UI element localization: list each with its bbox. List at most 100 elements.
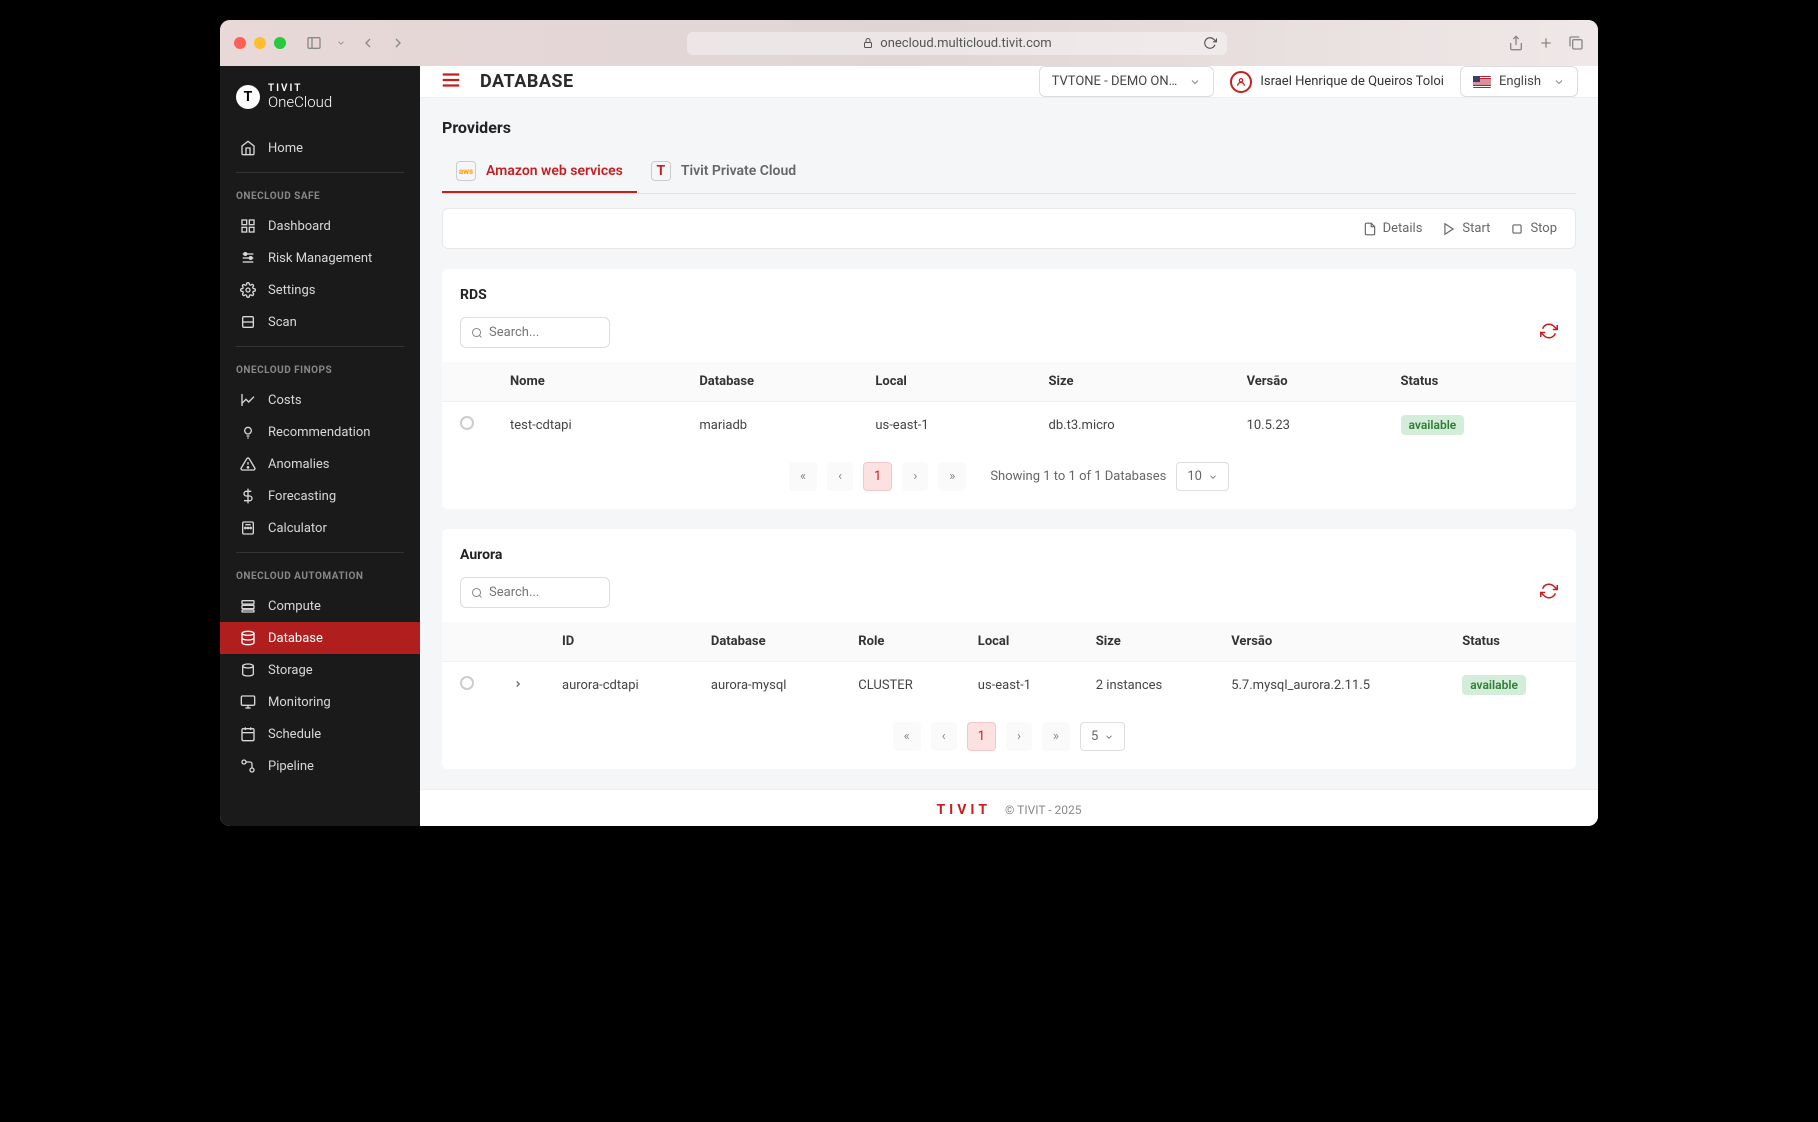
tabs-overview-icon[interactable] bbox=[1568, 35, 1584, 51]
forward-icon[interactable] bbox=[390, 35, 406, 51]
user-menu[interactable]: Israel Henrique de Queiros Toloi bbox=[1230, 71, 1444, 93]
col-nome: Nome bbox=[492, 362, 681, 402]
flag-us-icon bbox=[1473, 76, 1491, 88]
card-title: RDS bbox=[442, 269, 1576, 317]
sidebar-item-compute[interactable]: Compute bbox=[220, 590, 420, 622]
sidebar-item-schedule[interactable]: Schedule bbox=[220, 718, 420, 750]
refresh-icon[interactable] bbox=[1203, 36, 1217, 50]
rds-card: RDS Nome Database Local bbox=[442, 269, 1576, 509]
sidebar-item-database[interactable]: Database bbox=[220, 622, 420, 654]
providers-label: Providers bbox=[442, 118, 1576, 137]
sidebar-item-scan[interactable]: Scan bbox=[220, 306, 420, 338]
cell-size: db.t3.micro bbox=[1031, 402, 1229, 449]
table-row[interactable]: aurora-cdtapi aurora-mysql CLUSTER us-ea… bbox=[442, 662, 1576, 709]
refresh-icon bbox=[1540, 582, 1558, 600]
pager-next-button[interactable]: › bbox=[902, 462, 928, 491]
maximize-window-icon[interactable] bbox=[274, 37, 286, 49]
sidebar-item-label: Monitoring bbox=[268, 695, 331, 710]
aurora-card: Aurora ID Database bbox=[442, 529, 1576, 769]
sidebar-item-label: Database bbox=[268, 631, 323, 646]
sidebar-item-dashboard[interactable]: Dashboard bbox=[220, 210, 420, 242]
rds-refresh-button[interactable] bbox=[1540, 322, 1558, 344]
pager-first-button[interactable]: « bbox=[789, 462, 817, 491]
sidebar-item-label: Storage bbox=[268, 663, 313, 678]
chevron-down-icon bbox=[1104, 732, 1114, 742]
sidebar-item-home[interactable]: Home bbox=[220, 132, 420, 164]
close-window-icon[interactable] bbox=[234, 37, 246, 49]
new-tab-icon[interactable] bbox=[1538, 35, 1554, 51]
aurora-table: ID Database Role Local Size Versão Statu… bbox=[442, 622, 1576, 708]
tivit-icon: T bbox=[651, 161, 671, 181]
expand-button[interactable] bbox=[510, 679, 526, 689]
action-toolbar: Details Start Stop bbox=[442, 208, 1576, 249]
aurora-search[interactable] bbox=[460, 577, 610, 608]
sidebar-item-label: Scan bbox=[268, 315, 297, 330]
start-button[interactable]: Start bbox=[1442, 221, 1490, 236]
col-local: Local bbox=[960, 622, 1078, 662]
row-radio[interactable] bbox=[460, 676, 474, 690]
address-bar[interactable]: onecloud.multicloud.tivit.com bbox=[687, 32, 1227, 55]
sidebar-item-pipeline[interactable]: Pipeline bbox=[220, 750, 420, 782]
back-icon[interactable] bbox=[360, 35, 376, 51]
sidebar-item-label: Compute bbox=[268, 599, 321, 614]
sidebar-section-title: ONECLOUD FINOPS bbox=[220, 355, 420, 384]
stop-button[interactable]: Stop bbox=[1510, 221, 1557, 236]
tab-aws[interactable]: aws Amazon web services bbox=[442, 151, 637, 193]
chevron-down-icon[interactable] bbox=[336, 35, 346, 51]
sidebar-item-costs[interactable]: Costs bbox=[220, 384, 420, 416]
sidebar-item-storage[interactable]: Storage bbox=[220, 654, 420, 686]
rds-search[interactable] bbox=[460, 317, 610, 348]
col-size: Size bbox=[1031, 362, 1229, 402]
page-size-select[interactable]: 10 bbox=[1176, 462, 1229, 491]
lock-icon bbox=[862, 37, 874, 49]
sidebar-toggle-icon[interactable] bbox=[306, 35, 322, 51]
sidebar-item-monitoring[interactable]: Monitoring bbox=[220, 686, 420, 718]
footer-text: © TIVIT - 2025 bbox=[1005, 803, 1082, 817]
page-size-select[interactable]: 5 bbox=[1080, 722, 1125, 751]
search-input[interactable] bbox=[489, 325, 599, 340]
sidebar-item-calculator[interactable]: Calculator bbox=[220, 512, 420, 544]
warning-icon bbox=[240, 456, 256, 472]
server-icon bbox=[240, 598, 256, 614]
user-name: Israel Henrique de Queiros Toloi bbox=[1260, 74, 1444, 89]
col-id: ID bbox=[544, 622, 693, 662]
sidebar-item-label: Risk Management bbox=[268, 251, 372, 266]
play-icon bbox=[1442, 222, 1456, 236]
row-radio[interactable] bbox=[460, 416, 474, 430]
pager-prev-button[interactable]: ‹ bbox=[827, 462, 853, 491]
language-selector[interactable]: English bbox=[1460, 66, 1578, 97]
sidebar-item-risk-management[interactable]: Risk Management bbox=[220, 242, 420, 274]
sidebar-item-recommendation[interactable]: Recommendation bbox=[220, 416, 420, 448]
monitor-icon bbox=[240, 694, 256, 710]
chevron-down-icon bbox=[1208, 472, 1218, 482]
menu-toggle-button[interactable] bbox=[440, 69, 462, 95]
sidebar-item-anomalies[interactable]: Anomalies bbox=[220, 448, 420, 480]
page-title: DATABASE bbox=[480, 71, 574, 92]
org-selector[interactable]: TVTONE - DEMO ON… bbox=[1039, 66, 1215, 97]
pager-last-button[interactable]: » bbox=[938, 462, 966, 491]
pager-current[interactable]: 1 bbox=[863, 462, 892, 491]
pager-prev-button[interactable]: ‹ bbox=[931, 722, 957, 751]
minimize-window-icon[interactable] bbox=[254, 37, 266, 49]
tab-tivit-private-cloud[interactable]: T Tivit Private Cloud bbox=[637, 151, 810, 193]
col-database: Database bbox=[693, 622, 840, 662]
pager-first-button[interactable]: « bbox=[893, 722, 921, 751]
cell-role: CLUSTER bbox=[840, 662, 960, 709]
pager-current[interactable]: 1 bbox=[967, 722, 996, 751]
details-button[interactable]: Details bbox=[1363, 221, 1423, 236]
share-icon[interactable] bbox=[1508, 35, 1524, 51]
pager-last-button[interactable]: » bbox=[1042, 722, 1070, 751]
table-row[interactable]: test-cdtapi mariadb us-east-1 db.t3.micr… bbox=[442, 402, 1576, 449]
sidebar-item-settings[interactable]: Settings bbox=[220, 274, 420, 306]
sidebar-item-label: Costs bbox=[268, 393, 302, 408]
search-input[interactable] bbox=[489, 585, 599, 600]
calendar-icon bbox=[240, 726, 256, 742]
pager-next-button[interactable]: › bbox=[1006, 722, 1032, 751]
refresh-icon bbox=[1540, 322, 1558, 340]
status-badge: available bbox=[1401, 415, 1465, 435]
aurora-refresh-button[interactable] bbox=[1540, 582, 1558, 604]
sidebar-item-label: Dashboard bbox=[268, 219, 331, 234]
cell-versao: 10.5.23 bbox=[1229, 402, 1383, 449]
sidebar-item-forecasting[interactable]: Forecasting bbox=[220, 480, 420, 512]
topbar: DATABASE TVTONE - DEMO ON… Israel Henriq… bbox=[420, 66, 1598, 98]
